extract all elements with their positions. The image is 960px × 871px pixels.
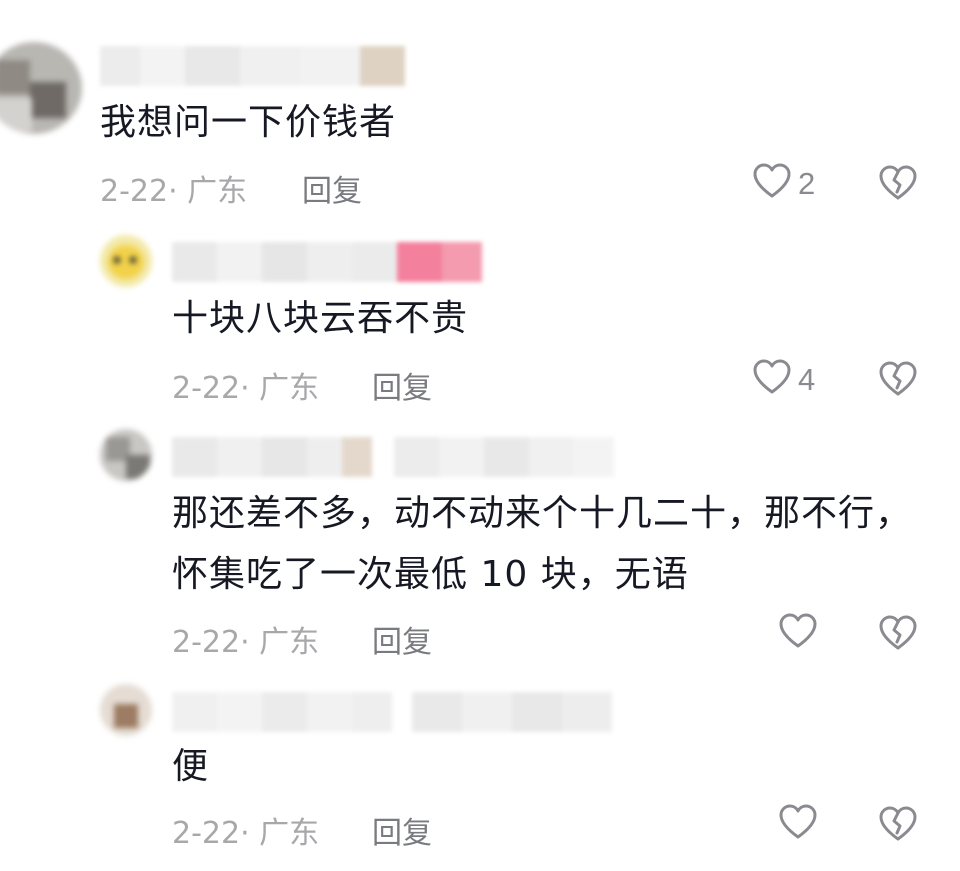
like-button[interactable]: 4	[752, 358, 816, 402]
comment-date: 2-22	[172, 371, 241, 406]
comment-text-line-2: 怀集吃了一次最低 10 块，无语	[172, 554, 689, 595]
comment-date: 2-22	[172, 816, 241, 851]
heart-outline-icon	[778, 803, 818, 847]
comment-date-location: 2-22· 广东	[100, 166, 247, 210]
like-count: 2	[798, 166, 816, 201]
comment-item: 我想问一下价钱者 2-22· 广东 回复 2	[0, 0, 960, 215]
blurred-username[interactable]	[172, 437, 614, 477]
like-count: 4	[798, 362, 816, 397]
avatar[interactable]	[100, 429, 152, 481]
blurred-username[interactable]	[172, 242, 482, 282]
heart-outline-icon	[778, 612, 818, 656]
reply-comment-item: 那还差不多，动不动来个十几二十，那不行， 怀集吃了一次最低 10 块，无语 2-…	[0, 415, 960, 670]
heart-outline-icon	[752, 162, 792, 206]
avatar[interactable]	[100, 235, 152, 287]
comment-text-line-1: 那还差不多，动不动来个十几二十，那不行，	[172, 493, 913, 534]
comment-location: · 广东	[168, 174, 248, 209]
reply-comment-item: 十块八块云吞不贵 2-22· 广东 回复 4	[0, 215, 960, 415]
broken-heart-icon	[878, 615, 918, 658]
comment-date: 2-22	[100, 174, 169, 209]
comment-date-location: 2-22· 广东	[172, 617, 319, 661]
like-button[interactable]: 2	[752, 162, 816, 206]
comment-location: · 广东	[240, 625, 320, 660]
reply-button[interactable]: 回复	[302, 166, 362, 210]
comment-date-location: 2-22· 广东	[172, 808, 319, 852]
dislike-button[interactable]	[878, 164, 918, 204]
comment-text: 我想问一下价钱者	[100, 102, 397, 143]
reply-button[interactable]: 回复	[372, 617, 432, 661]
comment-text: 便	[172, 746, 210, 787]
avatar[interactable]	[0, 42, 82, 134]
broken-heart-icon	[878, 806, 918, 849]
broken-heart-icon	[878, 361, 918, 404]
comment-location: · 广东	[240, 371, 320, 406]
avatar[interactable]	[100, 684, 152, 736]
reply-button[interactable]: 回复	[372, 808, 432, 852]
broken-heart-icon	[878, 165, 918, 208]
blurred-username[interactable]	[100, 46, 405, 86]
like-button[interactable]	[778, 612, 818, 656]
dislike-button[interactable]	[878, 360, 918, 400]
dislike-button[interactable]	[878, 614, 918, 654]
reply-button[interactable]: 回复	[372, 363, 432, 407]
comment-text: 十块八块云吞不贵	[172, 298, 469, 339]
heart-outline-icon	[752, 358, 792, 402]
dislike-button[interactable]	[878, 805, 918, 845]
comment-date: 2-22	[172, 625, 241, 660]
like-button[interactable]	[778, 803, 818, 847]
blurred-username[interactable]	[172, 692, 612, 732]
comment-date-location: 2-22· 广东	[172, 363, 319, 407]
reply-comment-item: 便 2-22· 广东 回复	[0, 670, 960, 871]
comment-location: · 广东	[240, 816, 320, 851]
